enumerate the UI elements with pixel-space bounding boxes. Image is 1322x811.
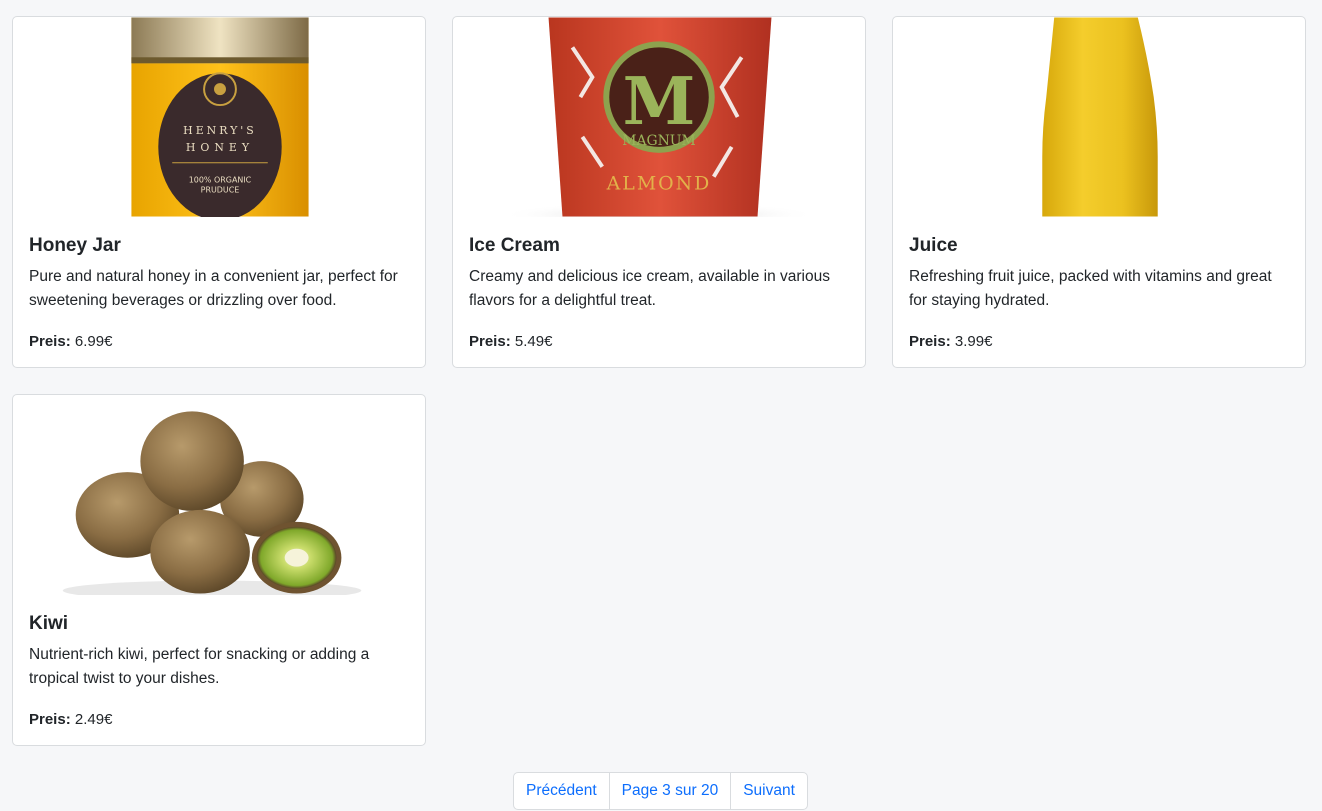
magnum-flavor-text: ALMOND (606, 173, 712, 195)
product-card-ice-cream[interactable]: M MAGNUM ALMOND Ice Cream Creamy and del… (452, 16, 866, 368)
product-price: Preis: 6.99€ (29, 331, 112, 353)
kiwi-image (62, 411, 362, 595)
product-description: Nutrient-rich kiwi, perfect for snacking… (29, 646, 370, 687)
product-card-honey-jar[interactable]: HENRY'S HONEY 100% ORGANIC PRUDUCE Honey… (12, 16, 426, 368)
product-card-kiwi[interactable]: Kiwi Nutrient-rich kiwi, perfect for sna… (12, 394, 426, 746)
honey-jar-image: HENRY'S HONEY 100% ORGANIC PRUDUCE (131, 17, 309, 217)
magnum-brand-text: MAGNUM (622, 133, 696, 149)
product-title: Honey Jar (29, 235, 121, 256)
product-description: Refreshing fruit juice, packed with vita… (909, 268, 1272, 309)
product-price: Preis: 3.99€ (909, 331, 992, 353)
product-image-juice (893, 17, 1305, 217)
pagination: Précédent Page 3 sur 20 Suivant (513, 772, 808, 810)
product-price: Preis: 5.49€ (469, 331, 552, 353)
product-description: Creamy and delicious ice cream, availabl… (469, 268, 830, 309)
price-value: 3.99€ (954, 333, 993, 350)
product-title: Kiwi (29, 613, 69, 634)
price-value: 2.49€ (74, 711, 113, 728)
product-image-kiwi (13, 395, 425, 595)
price-label: Preis: (29, 711, 71, 728)
next-page-button[interactable]: Suivant (731, 773, 807, 809)
product-title: Ice Cream (469, 235, 560, 256)
product-grid-page: HENRY'S HONEY 100% ORGANIC PRUDUCE Honey… (0, 0, 1322, 811)
honey-label-organic: 100% ORGANIC (189, 176, 252, 185)
product-image-honey-jar: HENRY'S HONEY 100% ORGANIC PRUDUCE (13, 17, 425, 217)
price-value: 5.49€ (514, 333, 553, 350)
current-page-indicator: Page 3 sur 20 (610, 773, 732, 809)
product-image-ice-cream: M MAGNUM ALMOND (453, 17, 865, 217)
previous-page-button[interactable]: Précédent (514, 773, 610, 809)
honey-label-produce: PRUDUCE (201, 186, 240, 195)
magnum-logo-letter: M (623, 63, 696, 140)
juice-bottle-image (1042, 17, 1158, 217)
price-value: 6.99€ (74, 333, 113, 350)
honey-label-brand: HENRY'S (183, 124, 257, 137)
price-label: Preis: (29, 333, 71, 350)
product-price: Preis: 2.49€ (29, 709, 112, 731)
honey-label-product: HONEY (186, 141, 254, 154)
product-card-juice[interactable]: Juice Refreshing fruit juice, packed wit… (892, 16, 1306, 368)
price-label: Preis: (909, 333, 951, 350)
price-label: Preis: (469, 333, 511, 350)
product-description: Pure and natural honey in a convenient j… (29, 268, 398, 309)
product-title: Juice (909, 235, 958, 256)
ice-cream-image: M MAGNUM ALMOND (499, 17, 819, 217)
